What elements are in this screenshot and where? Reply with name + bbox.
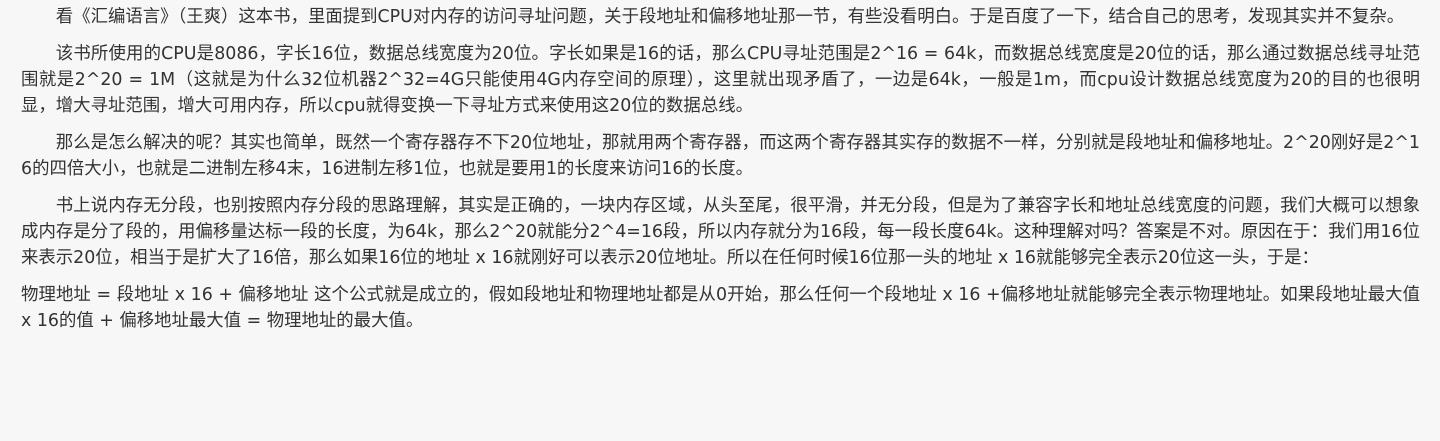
paragraph-segmentation: 书上说内存无分段，也别按照内存分段的思路理解，其实是正确的，一块内存区域，从头至… [21,196,1420,268]
paragraph-formula: 物理地址 = 段地址 x 16 + 偏移地址 这个公式就是成立的，假如段地址和物… [21,285,1420,331]
paragraph-cpu-addressing: 该书所使用的CPU是8086，字长16位，数据总线宽度为20位。字长如果是16的… [21,44,1420,116]
article-body: 看《汇编语言》（王爽）这本书，里面提到CPU对内存的访问寻址问题，关于段地址和偏… [0,0,1440,334]
paragraph-intro: 看《汇编语言》（王爽）这本书，里面提到CPU对内存的访问寻址问题，关于段地址和偏… [55,7,1405,27]
paragraph-solution: 那么是怎么解决的呢？其实也简单，既然一个寄存器存不下20位地址，那就用两个寄存器… [21,133,1420,179]
